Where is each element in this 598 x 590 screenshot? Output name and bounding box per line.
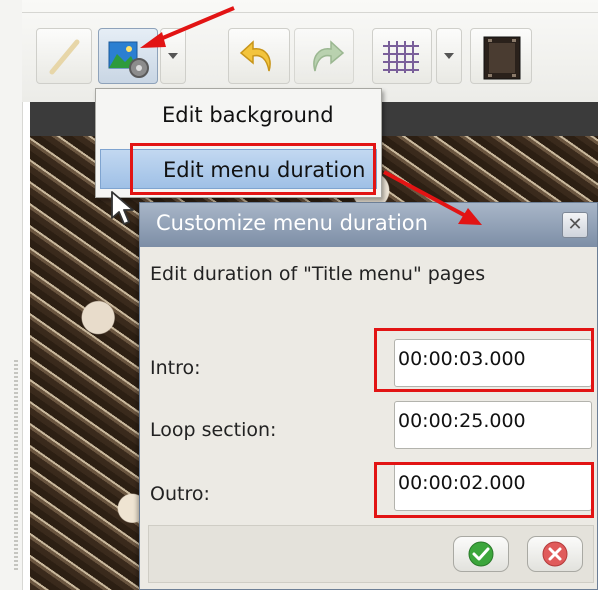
annotation-arrow-toolbar (140, 6, 235, 48)
annotation-arrows (140, 6, 482, 225)
annotation-arrow-dialog (383, 170, 482, 225)
